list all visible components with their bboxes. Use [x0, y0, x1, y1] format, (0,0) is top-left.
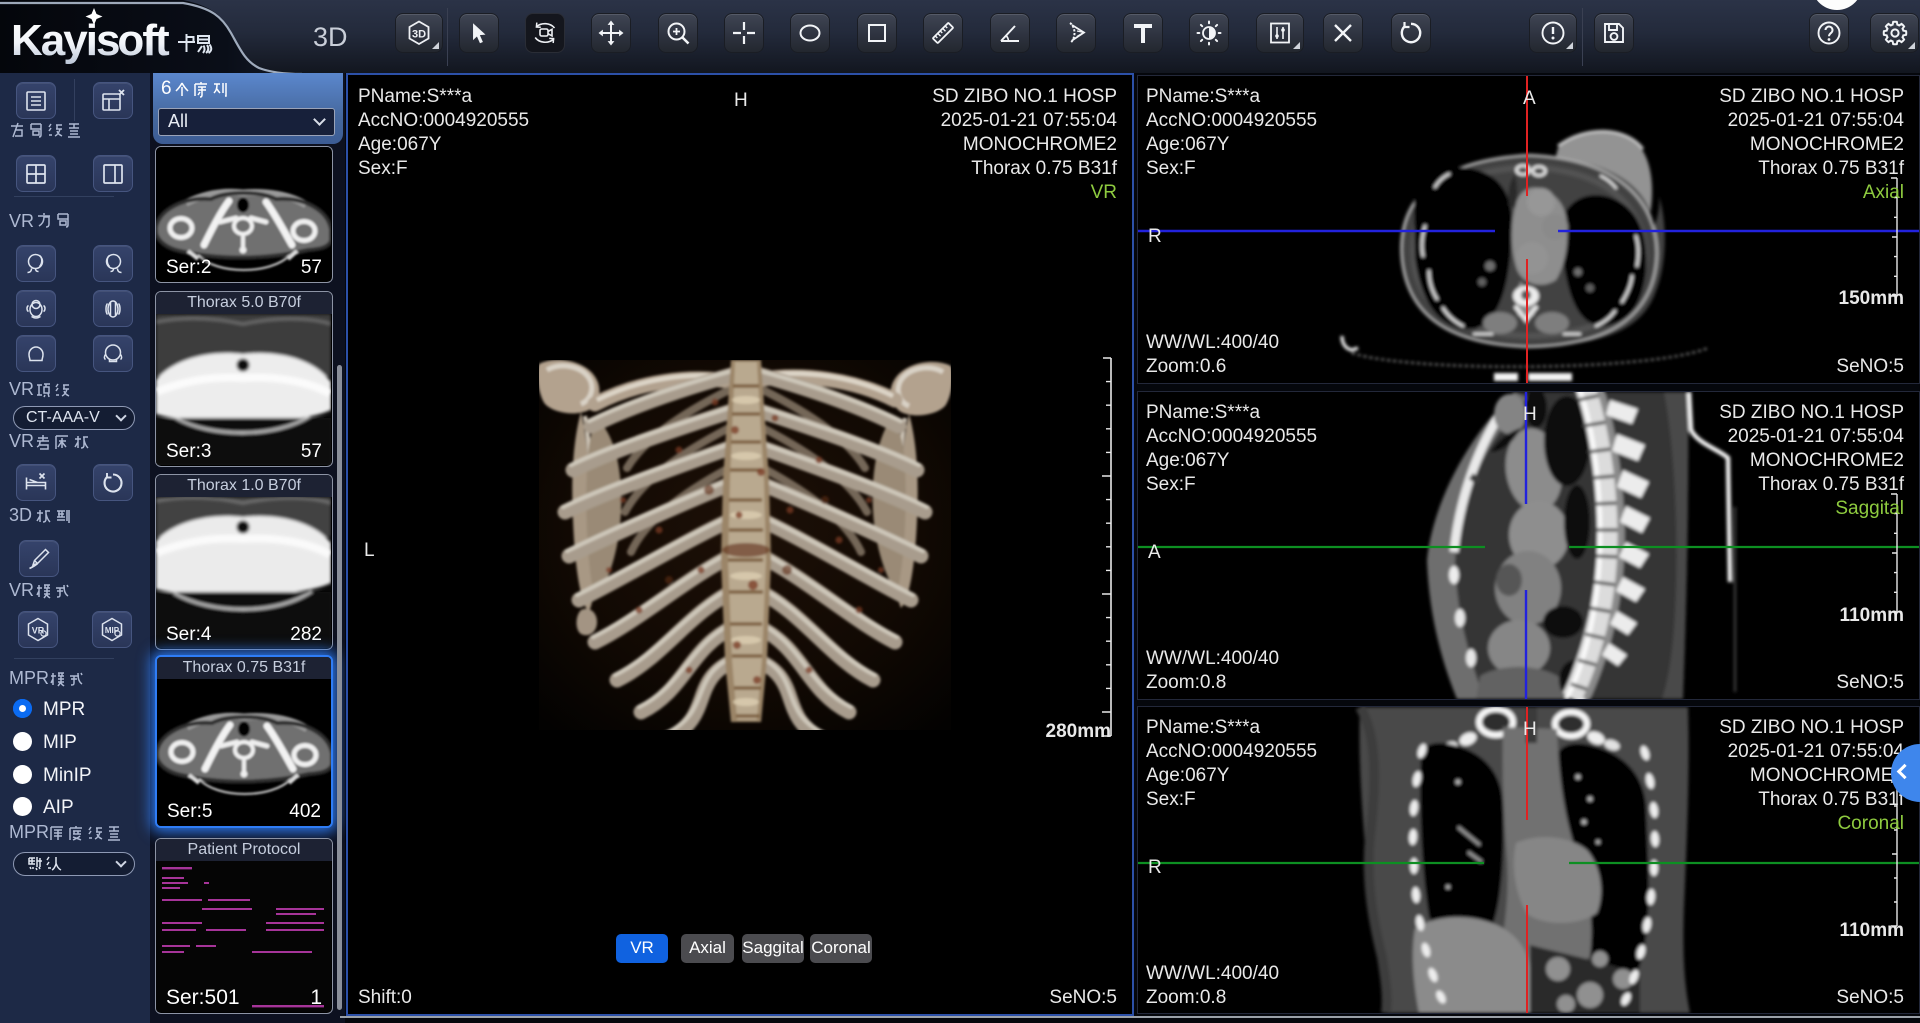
svg-text:3D: 3D	[412, 29, 426, 41]
svg-text:VR: VR	[9, 381, 34, 399]
svg-text:3D: 3D	[9, 507, 32, 525]
svg-text:MPR: MPR	[9, 824, 49, 842]
svg-text:VR: VR	[9, 433, 34, 451]
svg-text:MPR: MPR	[9, 670, 49, 688]
svg-text:Kayisoft: Kayisoft	[11, 16, 170, 65]
svg-text:VR: VR	[9, 582, 34, 600]
